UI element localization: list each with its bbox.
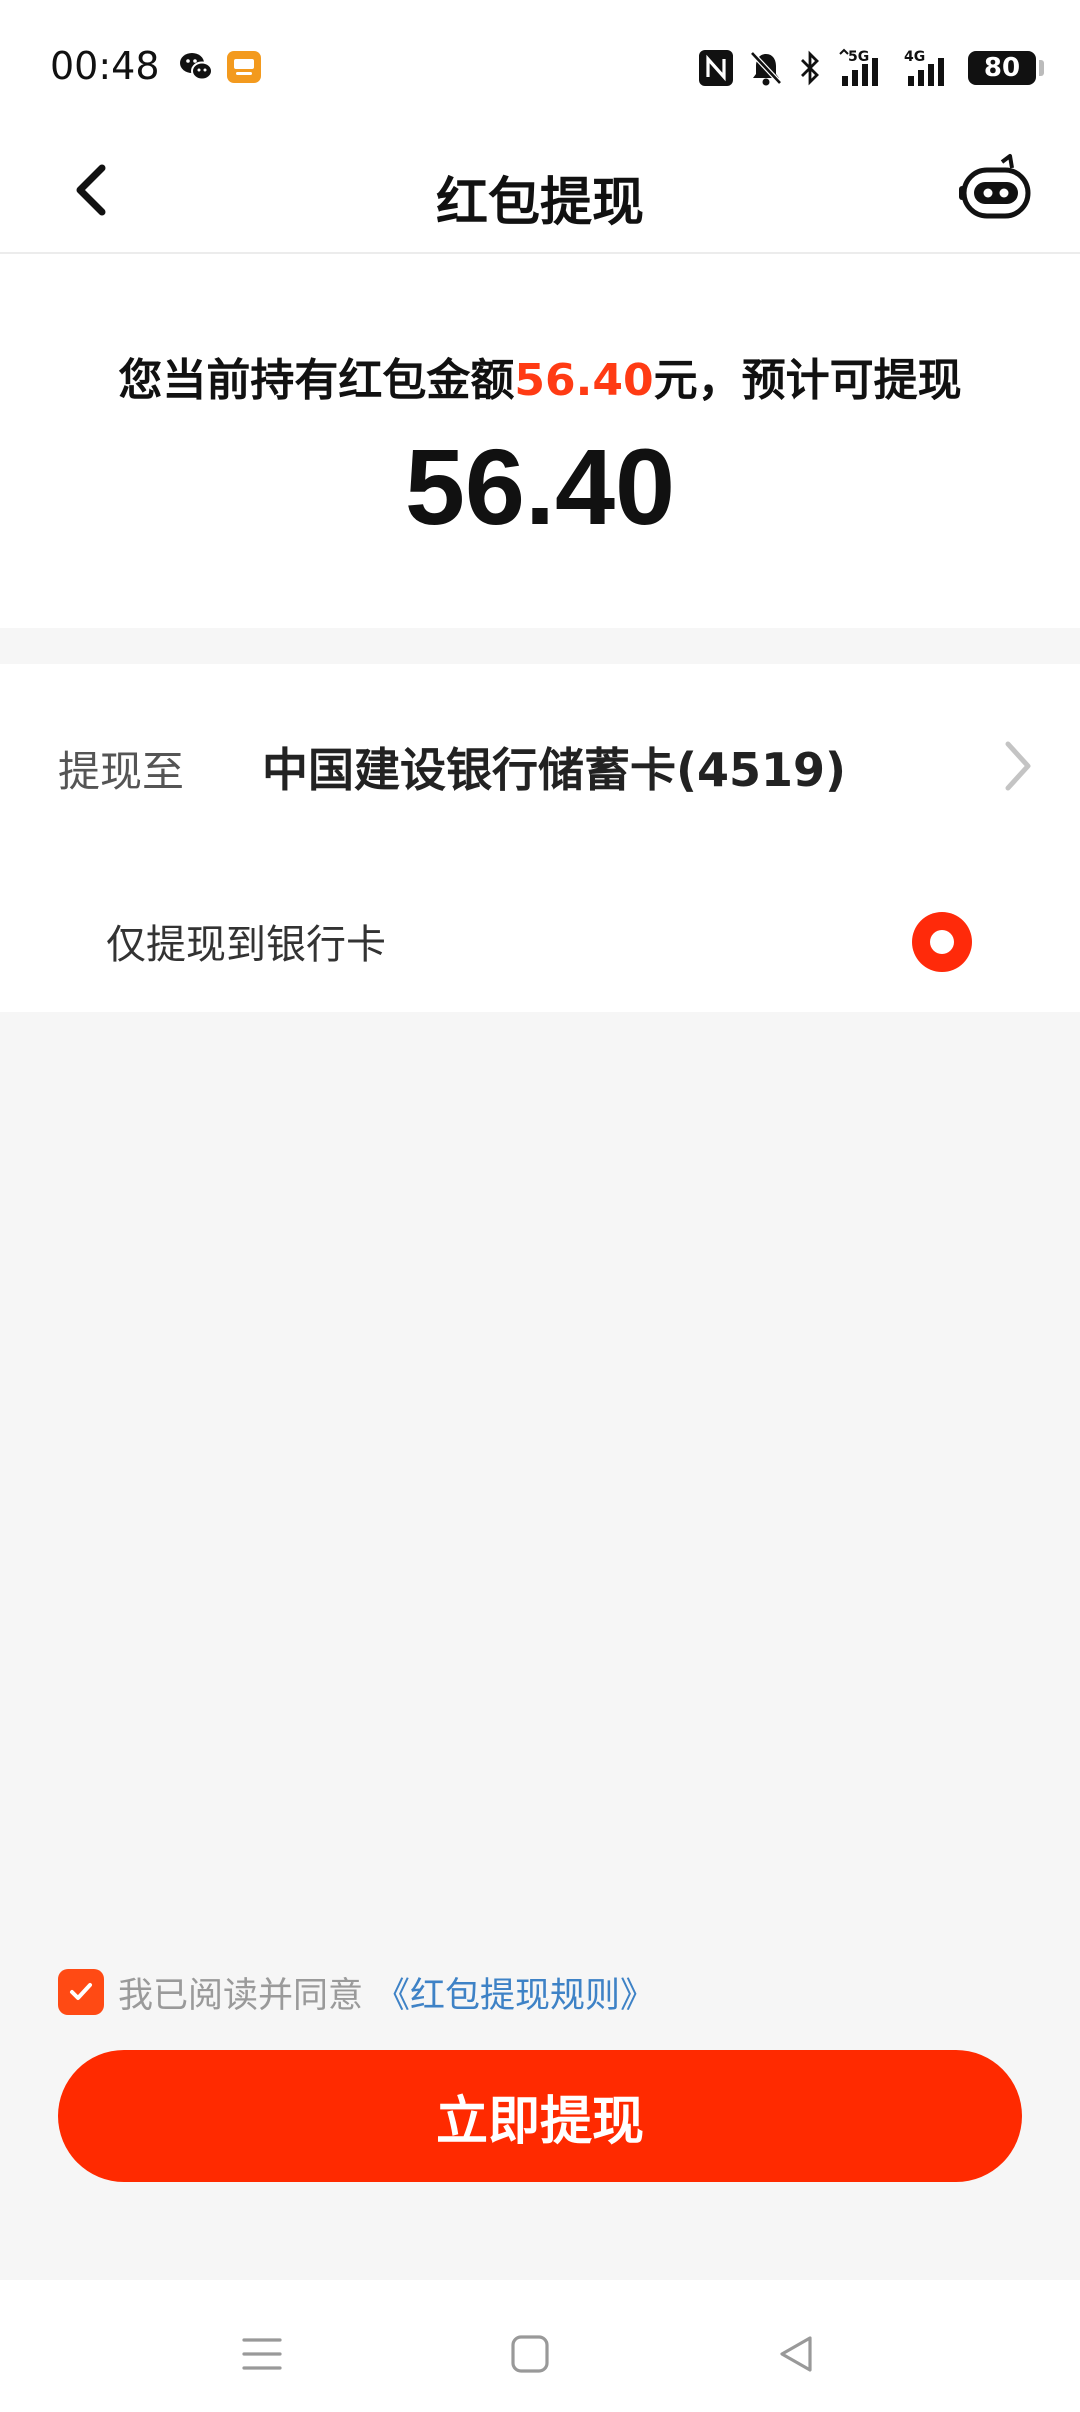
agreement-text: 我已阅读并同意 [118,1975,364,2016]
bank-only-radio[interactable] [912,912,972,972]
withdraw-to-label: 提现至 [58,747,185,796]
balance-description: 您当前持有红包金额56.40元，预计可提现 [0,344,1080,408]
wechat-icon [178,50,214,84]
app-icon [226,50,262,84]
bank-only-label: 仅提现到银行卡 [106,922,386,968]
bank-only-option[interactable]: 仅提现到银行卡 [0,864,1080,1012]
radio-dot [930,930,954,954]
system-back-button[interactable] [766,2324,826,2384]
page-title: 红包提现 [435,173,644,233]
withdrawable-amount: 56.40 [404,426,676,547]
bank-card-name: 中国建设银行储蓄卡(4519) [262,743,847,797]
signal-4g-icon: 4G [904,49,944,86]
withdraw-destination-row[interactable]: 提现至 中国建设银行储蓄卡(4519) [0,664,1080,864]
signal-5g-icon: 5G [839,48,878,86]
mute-bell-icon [750,51,782,86]
rules-link[interactable]: 《红包提现规则》 [375,1967,655,2018]
bluetooth-icon [801,50,819,86]
agreement-row: 我已阅读并同意 《红包提现规则》 [58,1968,655,2016]
balance-amount-inline: 56.40 [514,355,654,406]
robot-icon [959,154,1031,219]
home-icon [511,2335,549,2373]
assistant-button[interactable] [958,152,1034,228]
home-button[interactable] [500,2324,560,2384]
balance-summary: 您当前持有红包金额56.40元，预计可提现 56.40 [0,254,1080,628]
status-icons: 5G 4G 80 [698,46,1044,90]
menu-icon [242,2338,282,2370]
balance-suffix: 元，预计可提现 [653,355,962,406]
agreement-checkbox[interactable] [58,1969,104,2015]
menu-button[interactable] [232,2324,292,2384]
header: 红包提现 [0,130,1080,254]
svg-text:4G: 4G [904,49,925,65]
chevron-right-icon [1005,741,1031,791]
back-triangle-icon [780,2336,812,2372]
svg-text:5G: 5G [848,49,869,65]
status-time: 00:48 [50,44,160,88]
withdraw-panel: 提现至 中国建设银行储蓄卡(4519) 仅提现到银行卡 [0,664,1080,1012]
system-nav-bar [0,2280,1080,2412]
balance-prefix: 您当前持有红包金额 [118,355,515,406]
nfc-icon [699,50,733,86]
checkmark-icon [70,1983,92,2000]
status-bar: 00:48 5G 4G 80 [0,0,1080,130]
battery-icon: 80 [968,51,1044,85]
withdraw-now-button[interactable]: 立即提现 [58,2050,1022,2182]
